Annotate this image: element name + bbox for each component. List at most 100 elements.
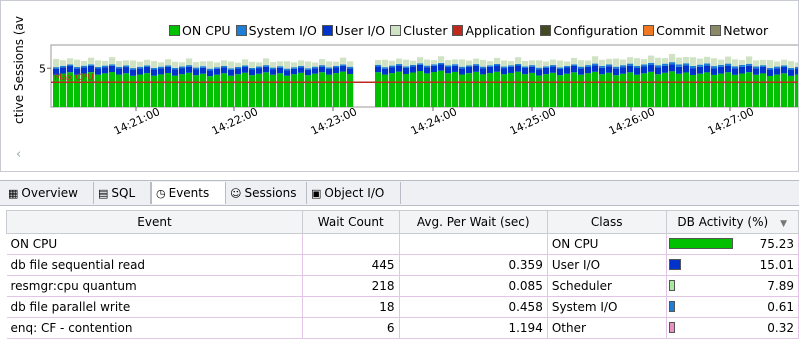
chart-bar-segment	[172, 61, 179, 68]
chart-bar-segment	[634, 58, 641, 66]
chart-bar-segment	[564, 65, 571, 68]
chart-bar-segment	[200, 67, 207, 74]
chevron-left-icon[interactable]: ‹	[16, 148, 28, 161]
chart-bar-segment	[67, 64, 74, 67]
chart-bar-segment	[515, 65, 522, 72]
table-row[interactable]: ON CPU ON CPU 75.23	[6, 233, 799, 255]
column-header-class[interactable]: Class	[546, 210, 667, 234]
chart-bar-segment	[144, 59, 151, 66]
chart-bar-segment	[662, 63, 669, 66]
column-header-db-activity[interactable]: DB Activity (%) ▼	[665, 210, 799, 234]
chart-bar-segment	[445, 60, 452, 66]
chart-bar-segment	[242, 59, 249, 66]
chart-bar-segment	[263, 58, 270, 66]
avg-per-wait-cell: 0.085	[399, 275, 548, 297]
chart-bar-segment	[200, 73, 207, 107]
chart-bar-segment	[172, 75, 179, 107]
event-cell: enq: CF - contention	[6, 317, 303, 339]
chart-bar-segment	[473, 71, 480, 107]
chart-bar-segment	[81, 65, 88, 68]
chart-bar-segment	[410, 66, 417, 73]
chart-bar-segment	[438, 62, 445, 65]
table-row[interactable]: db file parallel write 18 0.458 System I/O 0…	[6, 296, 799, 318]
chart-bar-segment	[200, 66, 207, 68]
chart-bar-segment	[704, 63, 711, 66]
chart-bar-segment	[480, 59, 487, 67]
chart-bar-segment	[277, 66, 284, 68]
chart-bar-segment	[480, 68, 487, 75]
chart-bar-segment	[613, 66, 620, 69]
table-row[interactable]: resmgr:cpu quantum 218 0.085 Scheduler 7.89	[6, 275, 799, 297]
chart-bar-segment	[116, 68, 123, 75]
chart-bar-segment	[669, 64, 676, 72]
activity-chart-panel: 5 Max CPU 14:21:00 14:22:00 14:23:00 14:24:00…	[0, 0, 799, 172]
chart-bar-segment	[774, 74, 781, 107]
chart-bar-segment	[676, 66, 683, 74]
chart-bar-segment	[214, 74, 221, 107]
chart-bar-segment	[270, 74, 277, 107]
chart-bar-segment	[753, 66, 760, 69]
chart-bar-segment	[662, 58, 669, 64]
chart-bar-segment	[445, 73, 452, 107]
chart-bar-segment	[186, 65, 193, 67]
chart-bar-segment	[648, 65, 655, 72]
chart-bar-segment	[662, 72, 669, 107]
column-header-avg-per-wait[interactable]: Avg. Per Wait (sec)	[398, 210, 548, 234]
chart-bar-segment	[697, 73, 704, 107]
class-cell: Other	[547, 317, 667, 339]
x-tick-label: 14:25:00	[508, 105, 558, 138]
chart-bar-segment	[795, 68, 798, 75]
tab-events[interactable]: ◷ Events	[151, 182, 226, 204]
chart-bar-segment	[109, 65, 116, 73]
tab-overview[interactable]: ▦ Overview	[4, 182, 94, 204]
chart-bar-segment	[53, 67, 60, 69]
chart-bar-segment	[718, 73, 725, 107]
chart-bar-segment	[655, 67, 662, 75]
chart-bar-segment	[753, 74, 760, 107]
chart-bar-segment	[613, 68, 620, 76]
db-activity-cell: 0.32	[666, 317, 799, 339]
tab-object-io[interactable]: ▣ Object I/O	[307, 182, 401, 204]
wait-count-cell: 218	[302, 275, 400, 297]
chart-bar-segment	[102, 65, 109, 68]
chart-bar-segment	[151, 61, 158, 68]
chart-bar-segment	[753, 60, 760, 67]
table-row[interactable]: enq: CF - contention 6 1.194 Other 0.32	[6, 317, 799, 339]
chart-bar-segment	[620, 73, 627, 107]
wait-count-cell: 18	[302, 296, 400, 318]
class-cell: System I/O	[547, 296, 667, 318]
chart-bar-segment	[214, 62, 221, 68]
chart-bar-segment	[137, 61, 144, 67]
chart-bar-segment	[676, 64, 683, 67]
chart-bar-segment	[683, 63, 690, 66]
chart-bar-segment	[193, 75, 200, 107]
chart-bar-segment	[606, 72, 613, 107]
chart-bar-segment	[438, 56, 445, 63]
chart-bar-segment	[74, 59, 81, 68]
chart-bar-segment	[137, 66, 144, 69]
chart-bar-segment	[375, 59, 382, 65]
chart-bar-segment	[508, 72, 515, 107]
chart-bar-segment	[655, 65, 662, 68]
chart-bar-segment	[760, 66, 767, 74]
column-header-event[interactable]: Event	[6, 210, 303, 234]
tab-sql[interactable]: ▤ SQL	[94, 182, 151, 204]
table-row[interactable]: db file sequential read 445 0.359 User I/O 1…	[6, 254, 799, 276]
chart-bar-segment	[228, 68, 235, 70]
tab-sessions[interactable]: ☺ Sessions	[226, 182, 307, 204]
chart-bar-segment	[494, 65, 501, 72]
chart-bar-segment	[655, 57, 662, 66]
chart-bar-segment	[305, 69, 312, 76]
chart-bar-segment	[606, 66, 613, 73]
chart-bar-segment	[340, 71, 347, 107]
column-header-wait-count[interactable]: Wait Count	[301, 210, 400, 234]
chart-bar-segment	[718, 66, 725, 74]
legend-swatch	[169, 25, 180, 36]
chart-bar-segment	[613, 75, 620, 107]
legend-swatch	[710, 25, 722, 36]
chart-bar-segment	[88, 57, 95, 65]
chart-bar-segment	[375, 72, 382, 107]
chart-bar-segment	[130, 75, 137, 107]
legend-item: Commit	[643, 23, 705, 38]
chart-bar-segment	[564, 73, 571, 107]
